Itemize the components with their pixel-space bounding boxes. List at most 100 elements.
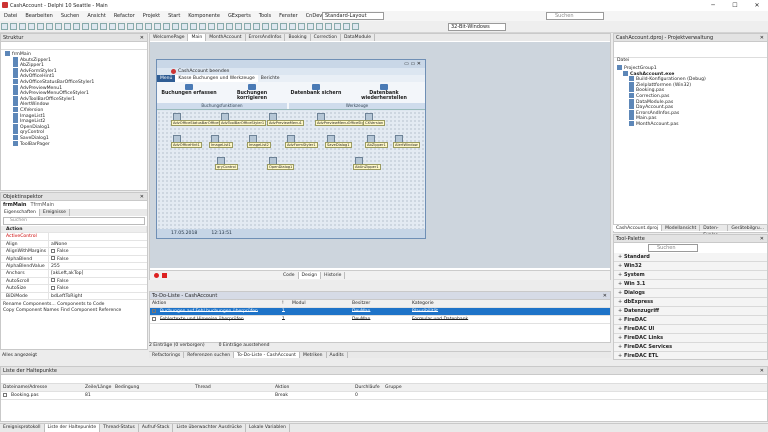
- toolbar-button-icon[interactable]: [325, 23, 332, 30]
- form-component[interactable]: AbUnZipper1: [353, 157, 381, 170]
- toolbar-button-icon[interactable]: [28, 23, 35, 30]
- oi-object-selector[interactable]: frmMain TfrmMain: [1, 201, 147, 209]
- editor-tab-2[interactable]: MonthAccount: [206, 34, 246, 41]
- editor-tab-6[interactable]: DataModule: [341, 34, 376, 41]
- bottom-tab-1[interactable]: Liste der Haltepunkte: [44, 424, 101, 432]
- toolbar-button-icon[interactable]: [46, 23, 53, 30]
- bottom-tab-5[interactable]: Lokale Variablen: [246, 424, 290, 432]
- toolbar-button-icon[interactable]: [226, 23, 233, 30]
- checkbox[interactable]: [51, 256, 55, 261]
- middle-tab-1[interactable]: Referenzen suchen: [184, 352, 235, 358]
- maximize-button[interactable]: ☐: [724, 0, 746, 11]
- oi-property-row[interactable]: AutoSize False: [1, 285, 147, 293]
- form-component[interactable]: AdvOfficeStatusBarOfficeStyler1: [171, 113, 234, 126]
- palette-category[interactable]: FireDAC: [614, 316, 767, 325]
- bp-col-6[interactable]: Gruppe: [383, 384, 413, 391]
- close-button[interactable]: ✕: [746, 0, 768, 11]
- close-icon[interactable]: ✕: [760, 235, 764, 243]
- bp-col-3[interactable]: Thread: [193, 384, 273, 391]
- palette-category[interactable]: Win32: [614, 262, 767, 271]
- menu-item-2[interactable]: Suchen: [61, 13, 80, 19]
- form-component[interactable]: OpenDialog1: [267, 157, 295, 170]
- todo-col-0[interactable]: Aktion: [150, 300, 280, 307]
- bp-col-5[interactable]: Durchläufe: [353, 384, 383, 391]
- toolbar-button-icon[interactable]: [343, 23, 350, 30]
- palette-category[interactable]: FireDAC UI: [614, 325, 767, 334]
- toolbar-button-icon[interactable]: [181, 23, 188, 30]
- bottom-tab-0[interactable]: Ereignisprotokoll: [0, 424, 45, 432]
- toolbar-button-icon[interactable]: [163, 23, 170, 30]
- oi-property-row[interactable]: AutoScroll False: [1, 277, 147, 286]
- form-component[interactable]: ImageList2: [247, 135, 271, 148]
- bp-col-4[interactable]: Aktion: [273, 384, 353, 391]
- oi-search-input[interactable]: Suchen: [3, 217, 145, 225]
- toolbar-button-icon[interactable]: [334, 23, 341, 30]
- close-icon[interactable]: ✕: [140, 193, 144, 201]
- menu-item-9[interactable]: Tools: [259, 13, 271, 19]
- toolbar-button-icon[interactable]: [118, 23, 125, 30]
- palette-category[interactable]: Datenzugriff: [614, 307, 767, 316]
- designed-form[interactable]: ▭ ▭ ✕ CashAccount beenden Menü Kasse Buch…: [156, 59, 426, 239]
- bottom-tab-3[interactable]: Aufruf-Stack: [139, 424, 174, 432]
- close-icon[interactable]: ✕: [603, 292, 607, 300]
- form-component[interactable]: qryControl: [215, 157, 238, 170]
- toolbar-button-icon[interactable]: [136, 23, 143, 30]
- toolbar-button-icon[interactable]: [271, 23, 278, 30]
- oi-property-row[interactable]: ActiveControl: [1, 233, 147, 241]
- oi-property-value[interactable]: False: [49, 285, 69, 291]
- toolbar-button-icon[interactable]: [316, 23, 323, 30]
- oi-property-value[interactable]: False: [49, 248, 69, 254]
- toolbar-button-icon[interactable]: [190, 23, 197, 30]
- oi-property-row[interactable]: Align alNone: [1, 240, 147, 249]
- palette-category[interactable]: System: [614, 271, 767, 280]
- menu-item-7[interactable]: Komponente: [188, 13, 220, 19]
- pm-item[interactable]: MonthAccount.pas: [617, 120, 767, 127]
- palette-search-input[interactable]: Suchen: [648, 244, 698, 252]
- menu-item-3[interactable]: Ansicht: [87, 13, 105, 19]
- oi-property-value[interactable]: [akLeft,akTop]: [49, 270, 83, 276]
- oi-tab-0[interactable]: Eigenschaften: [1, 209, 40, 216]
- todo-col-2[interactable]: Modul: [290, 300, 350, 307]
- form-component[interactable]: ImageList1: [209, 135, 233, 148]
- toolbar-button-icon[interactable]: [208, 23, 215, 30]
- oi-hint-2[interactable]: Copy Component Names Find Component Refe…: [3, 308, 145, 314]
- stop-icon[interactable]: [162, 273, 167, 278]
- view-tab-0[interactable]: Code: [280, 272, 299, 279]
- toolbar-button-icon[interactable]: [82, 23, 89, 30]
- oi-property-value[interactable]: bdLeftToRight: [49, 293, 82, 299]
- structure-item[interactable]: ToolBarPager: [5, 140, 147, 147]
- ribbon-tab-2[interactable]: Berichte: [258, 75, 283, 82]
- toolbar-button-icon[interactable]: [307, 23, 314, 30]
- middle-tab-0[interactable]: Refactorings: [149, 352, 185, 358]
- editor-tab-1[interactable]: Main: [188, 34, 207, 41]
- toolbar-button-icon[interactable]: [55, 23, 62, 30]
- record-icon[interactable]: [154, 273, 159, 278]
- oi-property-row[interactable]: AlphaBlend False: [1, 255, 147, 263]
- middle-tab-4[interactable]: Audits: [327, 352, 348, 358]
- palette-category[interactable]: FireDAC Services: [614, 343, 767, 352]
- bookings-correct-button[interactable]: Buchungen korrigieren: [221, 84, 283, 101]
- oi-property-value[interactable]: False: [49, 256, 69, 262]
- toolbar-button-icon[interactable]: [19, 23, 26, 30]
- middle-tab-2[interactable]: To-Do-Liste - CashAccount: [234, 352, 300, 358]
- editor-tab-4[interactable]: Booking: [285, 34, 311, 41]
- bp-col-2[interactable]: Bedingung: [113, 384, 193, 391]
- toolbar-button-icon[interactable]: [280, 23, 287, 30]
- toolbar-button-icon[interactable]: [91, 23, 98, 30]
- palette-category[interactable]: Dialogs: [614, 289, 767, 298]
- pm-tab-2[interactable]: Daten-Explor...: [700, 225, 729, 238]
- form-component[interactable]: AdvPreviewMenuOfficeStyler1: [315, 113, 373, 126]
- form-component[interactable]: AdvToolBarOfficeStyler1: [219, 113, 267, 126]
- toolbar-button-icon[interactable]: [1, 23, 8, 30]
- form-component[interactable]: AdvFormStyler1: [285, 135, 318, 148]
- bp-col-1[interactable]: Zeile/Länge: [83, 384, 113, 391]
- menu-item-1[interactable]: Bearbeiten: [25, 13, 52, 19]
- editor-tab-3[interactable]: ErrorsAndInfos: [246, 34, 286, 41]
- toolbar-button-icon[interactable]: [253, 23, 260, 30]
- db-backup-button[interactable]: Datenbank sichern: [289, 84, 343, 98]
- oi-property-row[interactable]: AlphaBlendValue 255: [1, 262, 147, 271]
- palette-category[interactable]: Win 3.1: [614, 280, 767, 289]
- ide-search-input[interactable]: Suchen: [546, 12, 604, 20]
- menu-item-6[interactable]: Start: [168, 13, 180, 19]
- pm-tab-1[interactable]: Modellansicht: [662, 225, 701, 231]
